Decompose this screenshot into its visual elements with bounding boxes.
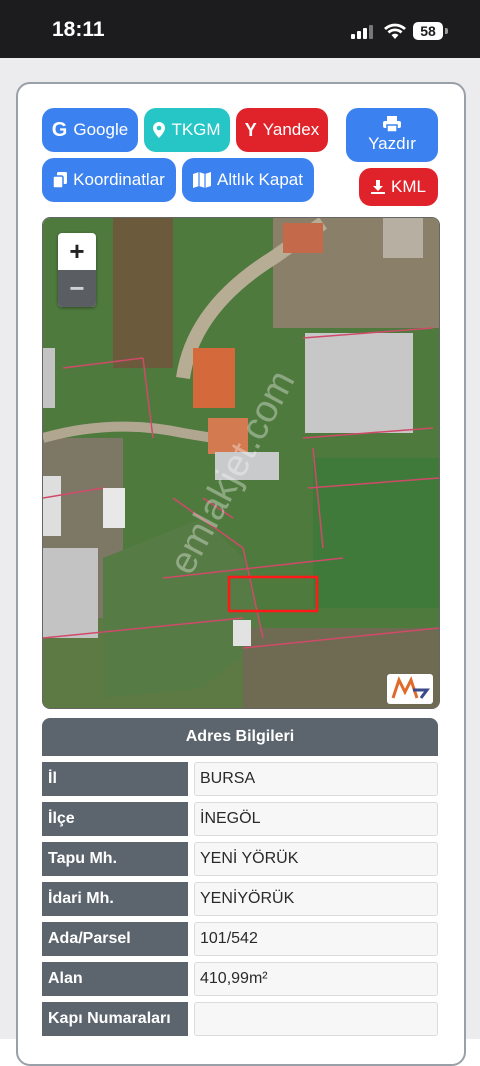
row-value-tapu-mh: YENİ YÖRÜK	[194, 842, 438, 876]
row-label-ilce: İlçe	[42, 802, 188, 836]
status-bar: 18:11 58	[0, 0, 480, 58]
tkgm-button[interactable]: TKGM	[144, 108, 230, 152]
map-icon	[193, 172, 211, 188]
yandex-button[interactable]: Y Yandex	[236, 108, 328, 152]
row-label-ada-parsel: Ada/Parsel	[42, 922, 188, 956]
copy-icon	[53, 172, 68, 188]
row-value-kapi-numaralari	[194, 1002, 438, 1036]
coordinates-button-label: Koordinatlar	[73, 170, 165, 189]
close-base-button[interactable]: Altlık Kapat	[182, 158, 314, 202]
row-label-il: İl	[42, 762, 188, 796]
zoom-controls: + −	[58, 233, 96, 307]
status-time: 18:11	[52, 18, 105, 41]
row-value-ilce: İNEGÖL	[194, 802, 438, 836]
satellite-map[interactable]: emlakjet.com	[42, 217, 440, 709]
row-label-tapu-mh: Tapu Mh.	[42, 842, 188, 876]
print-button-label: Yazdır	[368, 134, 416, 153]
kml-button[interactable]: KML	[359, 168, 438, 206]
map-imagery: emlakjet.com	[43, 218, 439, 708]
row-value-alan: 410,99m²	[194, 962, 438, 996]
map-pin-icon	[153, 122, 166, 138]
yandex-icon: Y	[244, 119, 257, 140]
yandex-button-label: Yandex	[262, 120, 320, 139]
google-icon: G	[51, 118, 68, 141]
row-value-idari-mh: YENİYÖRÜK	[194, 882, 438, 916]
row-value-ada-parsel: 101/542	[194, 922, 438, 956]
google-button[interactable]: G Google	[42, 108, 138, 152]
cellular-signal-icon	[351, 25, 375, 39]
coordinates-button[interactable]: Koordinatlar	[42, 158, 176, 202]
close-base-button-label: Altlık Kapat	[217, 170, 303, 189]
zoom-in-button[interactable]: +	[58, 233, 96, 270]
address-info-header: Adres Bilgileri	[42, 718, 438, 756]
download-icon	[371, 180, 386, 194]
print-button[interactable]: Yazdır	[346, 108, 438, 162]
kml-button-label: KML	[391, 177, 426, 196]
row-label-alan: Alan	[42, 962, 188, 996]
wifi-icon	[384, 23, 406, 39]
row-value-il: BURSA	[194, 762, 438, 796]
zoom-out-button[interactable]: −	[58, 270, 96, 307]
row-label-idari-mh: İdari Mh.	[42, 882, 188, 916]
row-label-kapi-numaralari: Kapı Numaraları	[42, 1002, 188, 1036]
battery-icon: 58	[413, 22, 443, 40]
tkgm-button-label: TKGM	[171, 120, 221, 139]
battery-tip	[445, 28, 448, 34]
google-button-label: Google	[73, 120, 129, 139]
printer-icon	[383, 116, 401, 132]
